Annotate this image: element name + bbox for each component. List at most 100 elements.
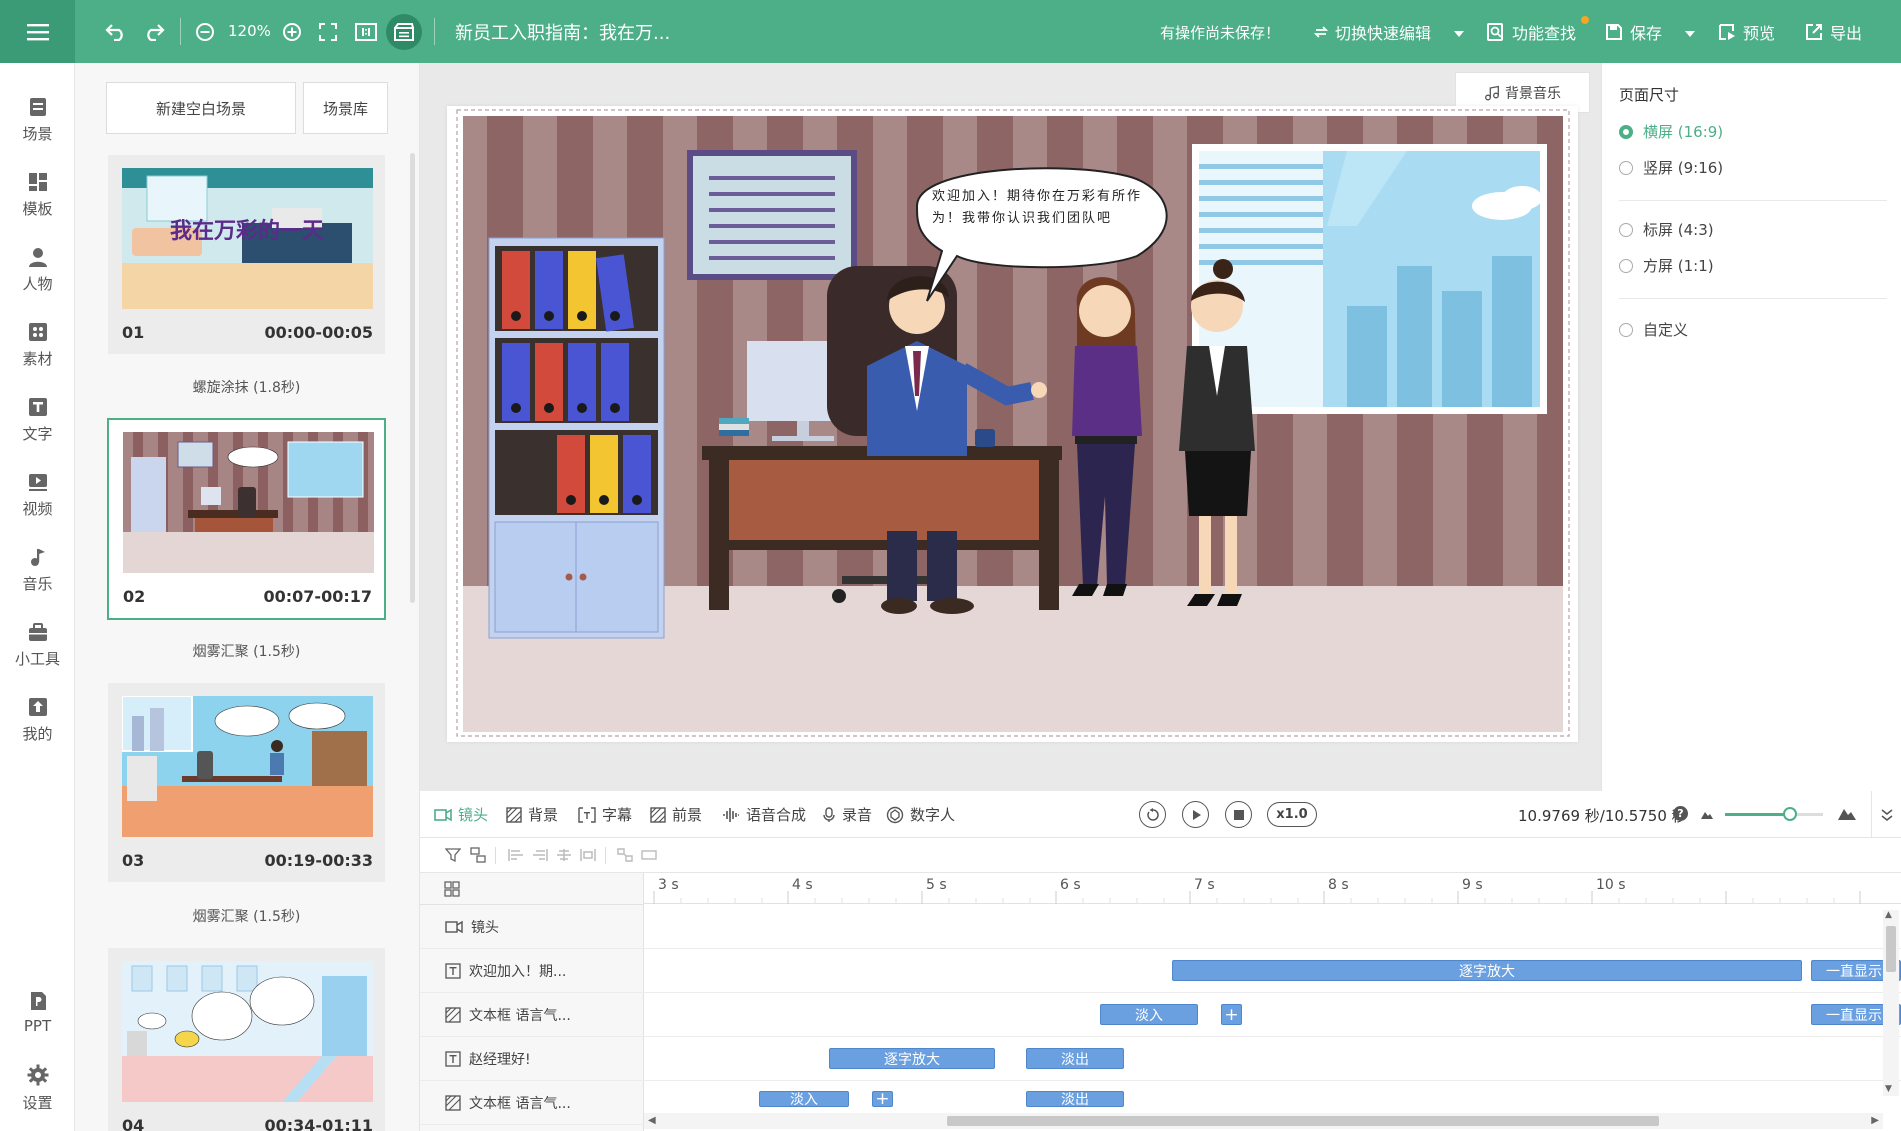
scene-card-2[interactable]: 02 00:07-00:17 <box>107 418 386 620</box>
track-layout-button[interactable] <box>444 881 460 901</box>
zoom-slider-track[interactable] <box>1725 807 1823 821</box>
track-speech-bubble-2[interactable]: 文本框 语言气... <box>420 1081 644 1125</box>
track-camera[interactable]: 镜头 <box>420 905 644 949</box>
top-toolbar: 120% 新员工入职指南：我在万... 有操作尚未保存！ 切换快速编辑 功能查找… <box>0 0 1901 63</box>
tab-camera[interactable]: 镜头 <box>434 791 488 838</box>
h-scrollbar-thumb[interactable] <box>947 1116 1659 1126</box>
fit-button[interactable] <box>354 20 378 44</box>
tab-foreground[interactable]: 前景 <box>650 791 702 838</box>
scene-card-3[interactable]: 03 00:19-00:33 <box>108 683 385 882</box>
quick-edit-dropdown[interactable] <box>1453 24 1465 43</box>
feature-search-button[interactable]: 功能查找 <box>1486 16 1589 46</box>
align-center-icon[interactable] <box>556 848 572 862</box>
clip-fade-in[interactable]: 淡入 <box>1100 1004 1198 1025</box>
scene-transition[interactable]: 烟雾汇聚 (1.5秒) <box>108 641 385 661</box>
tab-background[interactable]: 背景 <box>506 791 558 838</box>
rail-item-music[interactable]: 音乐 <box>0 535 75 605</box>
export-button[interactable]: 导出 <box>1805 18 1862 46</box>
collapse-timeline-button[interactable] <box>1871 791 1901 838</box>
menu-button[interactable] <box>0 0 75 63</box>
new-blank-scene-button[interactable]: 新建空白场景 <box>106 82 296 134</box>
zoom-slider-thumb[interactable] <box>1783 807 1797 821</box>
redo-button[interactable] <box>140 18 168 46</box>
track-horizontal-scrollbar[interactable]: ◀ ▶ <box>644 1113 1883 1129</box>
option-portrait[interactable]: 竖屏 (9:16) <box>1619 157 1723 178</box>
zoom-out-mountain-icon[interactable] <box>1700 808 1714 820</box>
zoom-out-button[interactable] <box>193 20 217 44</box>
stage[interactable]: 欢迎加入！期待你在万彩有所作为！我带你认识我们团队吧 <box>447 106 1578 742</box>
scroll-right-arrow[interactable]: ▶ <box>1871 1115 1879 1126</box>
speech-bubble-text: 欢迎加入！期待你在万彩有所作为！我带你认识我们团队吧 <box>932 189 1143 226</box>
rail-item-template[interactable]: 模板 <box>0 160 75 230</box>
scene-panel-scrollbar[interactable] <box>410 153 415 603</box>
scene-card-4[interactable]: 04 00:34-01:11 <box>108 948 385 1131</box>
save-button[interactable]: 保存 <box>1605 18 1662 46</box>
merge-icon[interactable] <box>641 848 657 862</box>
rail-item-mine[interactable]: 我的 <box>0 685 75 755</box>
scene-illustration[interactable]: 欢迎加入！期待你在万彩有所作为！我带你认识我们团队吧 <box>447 106 1578 742</box>
tab-digital-human[interactable]: 数字人 <box>886 791 955 838</box>
playback-speed[interactable]: x1.0 <box>1267 802 1317 827</box>
rail-item-scene[interactable]: 场景 <box>0 85 75 155</box>
split-icon[interactable] <box>617 848 633 862</box>
rail-item-material[interactable]: 素材 <box>0 310 75 380</box>
quick-edit-button[interactable]: 切换快速编辑 <box>1313 18 1431 46</box>
double-chevron-down-icon <box>1881 808 1892 821</box>
clip-fade-out[interactable]: 淡出 <box>1026 1091 1124 1107</box>
rail-item-ppt[interactable]: PPT <box>0 978 75 1048</box>
scene-library-button[interactable]: 场景库 <box>303 82 388 134</box>
scroll-left-arrow[interactable]: ◀ <box>648 1115 656 1126</box>
clip-fade-in[interactable]: 淡入 <box>759 1091 849 1107</box>
play-button[interactable] <box>1182 801 1209 828</box>
tab-subtitle[interactable]: 字幕 <box>578 791 632 838</box>
track-speech-bubble-1[interactable]: 文本框 语言气... <box>420 993 644 1037</box>
scrollbar-thumb[interactable] <box>1886 926 1896 972</box>
add-clip-button[interactable]: + <box>1221 1004 1242 1025</box>
scene-transition[interactable]: 螺旋涂抹 (1.8秒) <box>108 377 385 397</box>
camera-icon <box>434 808 452 821</box>
option-standard[interactable]: 标屏 (4:3) <box>1619 219 1714 240</box>
tab-record[interactable]: 录音 <box>822 791 872 838</box>
clip-zoom-in[interactable]: 逐字放大 <box>829 1048 995 1069</box>
rail-item-text[interactable]: 文字 <box>0 385 75 455</box>
distribute-icon[interactable] <box>580 848 596 862</box>
align-left-icon[interactable] <box>508 848 524 862</box>
export-label: 导出 <box>1830 24 1863 43</box>
filter-icon[interactable] <box>445 847 461 863</box>
track-text-greeting[interactable]: 赵经理好! <box>420 1037 644 1081</box>
scene-thumbnail <box>122 961 373 1102</box>
clip-zoom-in[interactable]: 逐字放大 <box>1172 960 1802 981</box>
undo-button[interactable] <box>102 18 130 46</box>
add-clip-button[interactable]: + <box>872 1089 893 1109</box>
document-title[interactable]: 新员工入职指南：我在万... <box>455 19 670 45</box>
zoom-in-button[interactable] <box>280 20 304 44</box>
time-ruler[interactable]: 3 s 4 s 5 s 6 s 7 s 8 s 9 s 10 s <box>644 873 1901 904</box>
option-landscape[interactable]: 横屏 (16:9) <box>1619 121 1723 142</box>
scroll-down-arrow[interactable]: ▼ <box>1885 1084 1892 1094</box>
option-square[interactable]: 方屏 (1:1) <box>1619 255 1714 276</box>
track-text-welcome[interactable]: 欢迎加入！期... <box>420 949 644 993</box>
preview-button[interactable]: 预览 <box>1718 18 1775 46</box>
scene-card-1[interactable]: 我在万彩的一天 01 00:00-00:05 <box>108 155 385 354</box>
fullscreen-button[interactable] <box>316 20 340 44</box>
rail-item-video[interactable]: 视频 <box>0 460 75 530</box>
export-icon <box>1806 24 1822 40</box>
clip-fade-out[interactable]: 淡出 <box>1026 1048 1124 1069</box>
rail-item-person[interactable]: 人物 <box>0 235 75 305</box>
help-icon[interactable]: ? <box>1673 806 1688 821</box>
align-right-icon[interactable] <box>532 848 548 862</box>
stop-button[interactable] <box>1225 801 1252 828</box>
zoom-in-mountain-icon[interactable] <box>1837 805 1857 821</box>
scene-transition[interactable]: 烟雾汇聚 (1.5秒) <box>108 906 385 926</box>
save-dropdown[interactable] <box>1684 24 1696 43</box>
track-name: 文本框 语言气... <box>469 1095 571 1112</box>
clapperboard-button[interactable] <box>386 14 422 50</box>
rail-item-toolbox[interactable]: 小工具 <box>0 610 75 680</box>
track-vertical-scrollbar[interactable]: ▲ ▼ <box>1883 910 1899 1096</box>
option-custom[interactable]: 自定义 <box>1619 319 1688 340</box>
scroll-up-arrow[interactable]: ▲ <box>1885 910 1892 920</box>
replay-button[interactable] <box>1139 801 1166 828</box>
group-icon[interactable] <box>470 847 486 863</box>
rail-item-settings[interactable]: 设置 <box>0 1053 75 1123</box>
tab-tts[interactable]: 语音合成 <box>722 791 806 838</box>
